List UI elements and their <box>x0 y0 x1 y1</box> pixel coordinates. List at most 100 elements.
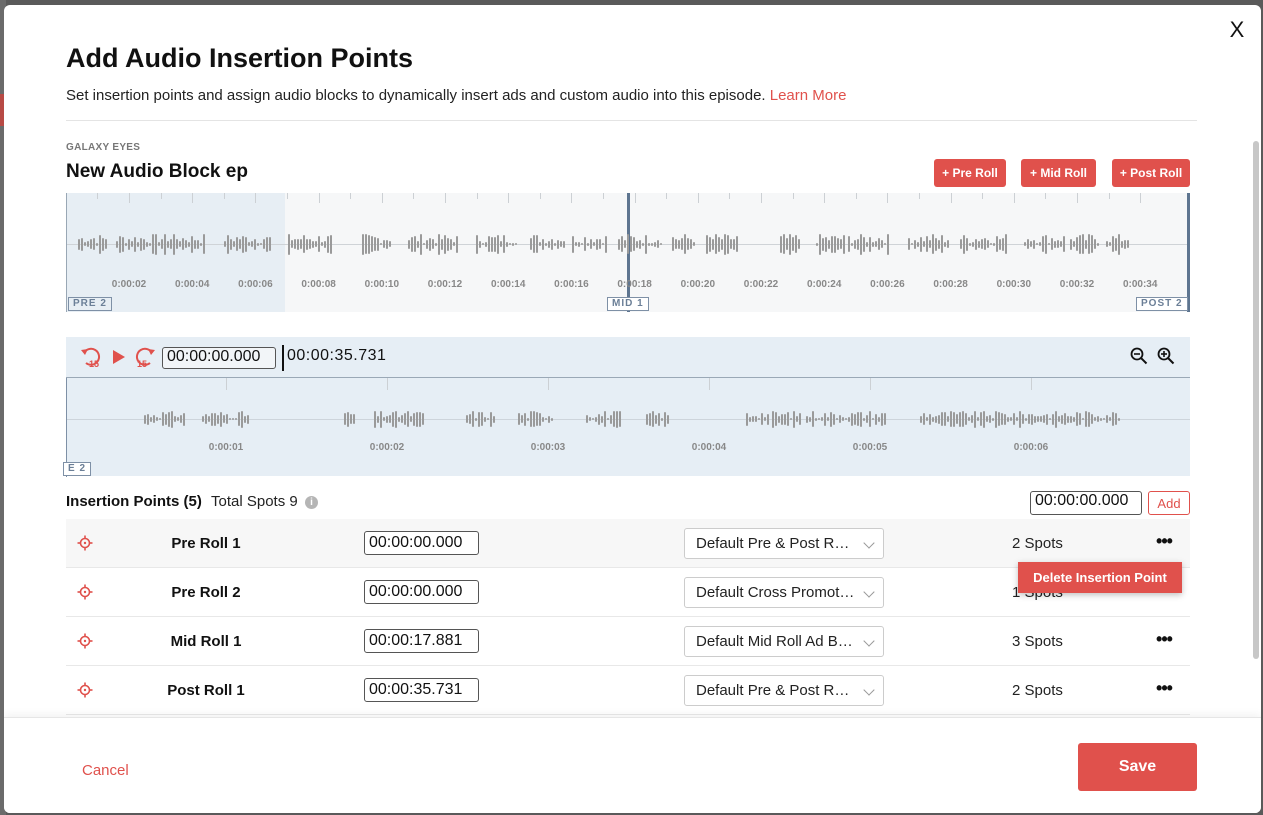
add-insertion-point-button[interactable]: Add <box>1148 491 1190 515</box>
waveform-bar <box>490 411 492 427</box>
waveform-bar <box>884 243 886 245</box>
more-options-icon[interactable]: ••• <box>1152 629 1176 649</box>
overview-tick <box>413 193 415 199</box>
overview-time-label: 0:00:20 <box>680 279 716 290</box>
waveform-bar <box>1076 237 1078 251</box>
waveform-bar <box>512 242 514 246</box>
waveform-bar <box>1039 242 1041 246</box>
info-icon[interactable]: i <box>305 496 318 509</box>
waveform-bar <box>1025 417 1027 421</box>
waveform-bar <box>624 240 626 248</box>
waveform-bar <box>1106 241 1108 247</box>
new-insertion-time-input[interactable]: 00:00:00.000 <box>1030 491 1142 515</box>
audio-block-select[interactable]: Default Cross Promotion Block <box>684 577 884 608</box>
waveform-bar <box>837 238 839 250</box>
waveform-bar <box>775 412 777 426</box>
waveform-bar <box>1127 240 1129 248</box>
crosshair-icon[interactable] <box>77 584 93 600</box>
waveform-bar <box>150 416 152 422</box>
detail-tick <box>709 378 710 390</box>
waveform-bar <box>806 415 808 423</box>
waveform-bar <box>146 241 148 247</box>
waveform-bar <box>941 235 943 253</box>
more-options-icon[interactable]: ••• <box>1152 678 1176 698</box>
waveform-bar <box>1042 236 1044 252</box>
audio-block-value: Default Pre & Post Roll Ad Block <box>696 535 883 552</box>
waveform-bar <box>795 235 797 253</box>
audio-block-select[interactable]: Default Pre & Post Roll Ad Block <box>684 528 884 559</box>
overview-tick <box>1140 193 1142 203</box>
audio-block-select[interactable]: Default Mid Roll Ad Block <box>684 626 884 657</box>
crosshair-icon[interactable] <box>77 682 93 698</box>
waveform-bar <box>197 239 199 249</box>
audio-block-select[interactable]: Default Pre & Post Roll Ad Block <box>684 675 884 706</box>
waveform-bar <box>203 234 205 254</box>
waveform-bar <box>736 236 738 252</box>
waveform-bar <box>545 418 547 420</box>
more-options-icon[interactable]: ••• <box>1152 531 1176 551</box>
insertion-point-time-input[interactable]: 00:00:00.000 <box>364 531 479 555</box>
waveform-bar <box>831 235 833 253</box>
play-icon[interactable] <box>112 349 126 365</box>
overview-waveform[interactable]: PRE 2 MID 1 POST 2 0:00:02 0:00:04 0:00:06… <box>66 193 1190 312</box>
forward-15-icon[interactable]: 15 <box>134 345 156 369</box>
zoom-in-icon[interactable] <box>1157 347 1175 365</box>
crosshair-icon[interactable] <box>77 633 93 649</box>
learn-more-link[interactable]: Learn More <box>770 87 847 104</box>
insertion-point-time-input[interactable]: 00:00:00.000 <box>364 580 479 604</box>
crosshair-icon[interactable] <box>77 535 93 551</box>
mid-roll-marker[interactable]: MID 1 <box>607 297 649 311</box>
rewind-15-icon[interactable]: 15 <box>80 345 102 369</box>
waveform-bar <box>238 412 240 426</box>
waveform-bar <box>420 233 422 255</box>
waveform-bar <box>947 240 949 248</box>
overview-tick <box>824 193 826 203</box>
waveform-bar <box>681 238 683 250</box>
waveform-bar <box>1024 242 1026 246</box>
pre-roll-marker[interactable]: PRE 2 <box>68 297 112 311</box>
cancel-button[interactable]: Cancel <box>82 762 129 779</box>
waveform-bar <box>872 241 874 247</box>
waveform-bar <box>1051 238 1053 250</box>
overview-tick <box>476 193 478 199</box>
waveform-bar <box>767 413 769 425</box>
waveform-bar <box>578 241 580 247</box>
add-mid-roll-button[interactable]: + Mid Roll <box>1021 159 1096 187</box>
add-post-roll-button[interactable]: + Post Roll <box>1112 159 1190 187</box>
scrollbar[interactable] <box>1253 141 1259 659</box>
waveform-bar <box>956 414 958 424</box>
waveform-bar <box>929 240 931 248</box>
waveform-bar <box>456 235 458 253</box>
waveform-bar <box>911 243 913 245</box>
waveform-bar <box>158 242 160 246</box>
waveform-bar <box>392 411 394 427</box>
waveform-bar <box>601 415 603 423</box>
chevron-down-icon <box>863 635 875 647</box>
overview-tick <box>792 193 794 199</box>
add-pre-roll-button[interactable]: + Pre Roll <box>934 159 1006 187</box>
waveform-bar <box>827 417 829 421</box>
post-roll-marker[interactable]: POST 2 <box>1136 297 1188 311</box>
detail-waveform[interactable]: E 2 0:00:01 0:00:02 0:00:03 0:00:04 0:00:05 0… <box>63 377 1190 477</box>
waveform-bar <box>233 241 235 247</box>
audio-player: 15 15 00:00:00.000 00:00:35.731 E 2 0:00… <box>63 337 1190 477</box>
waveform-bar <box>536 412 538 426</box>
waveform-bar <box>539 242 541 246</box>
waveform-bar <box>1088 411 1090 427</box>
save-button[interactable]: Save <box>1078 743 1197 791</box>
current-time-input[interactable]: 00:00:00.000 <box>162 347 276 369</box>
waveform-bar <box>672 237 674 251</box>
insertion-point-time-input[interactable]: 00:00:17.881 <box>364 629 479 653</box>
waveform-bar <box>1082 234 1084 254</box>
waveform-bar <box>923 241 925 247</box>
detail-pre-roll-marker[interactable]: E 2 <box>63 462 92 476</box>
insertion-point-time-input[interactable]: 00:00:35.731 <box>364 678 479 702</box>
waveform-bar <box>380 410 382 428</box>
waveform-bar <box>407 411 409 427</box>
waveform-bar <box>344 413 346 425</box>
zoom-out-icon[interactable] <box>1130 347 1148 365</box>
waveform-bar <box>1079 413 1081 425</box>
post-roll-marker-line[interactable] <box>1187 193 1190 312</box>
close-icon[interactable]: X <box>1226 19 1248 41</box>
delete-insertion-point-menu-item[interactable]: Delete Insertion Point <box>1018 562 1182 593</box>
